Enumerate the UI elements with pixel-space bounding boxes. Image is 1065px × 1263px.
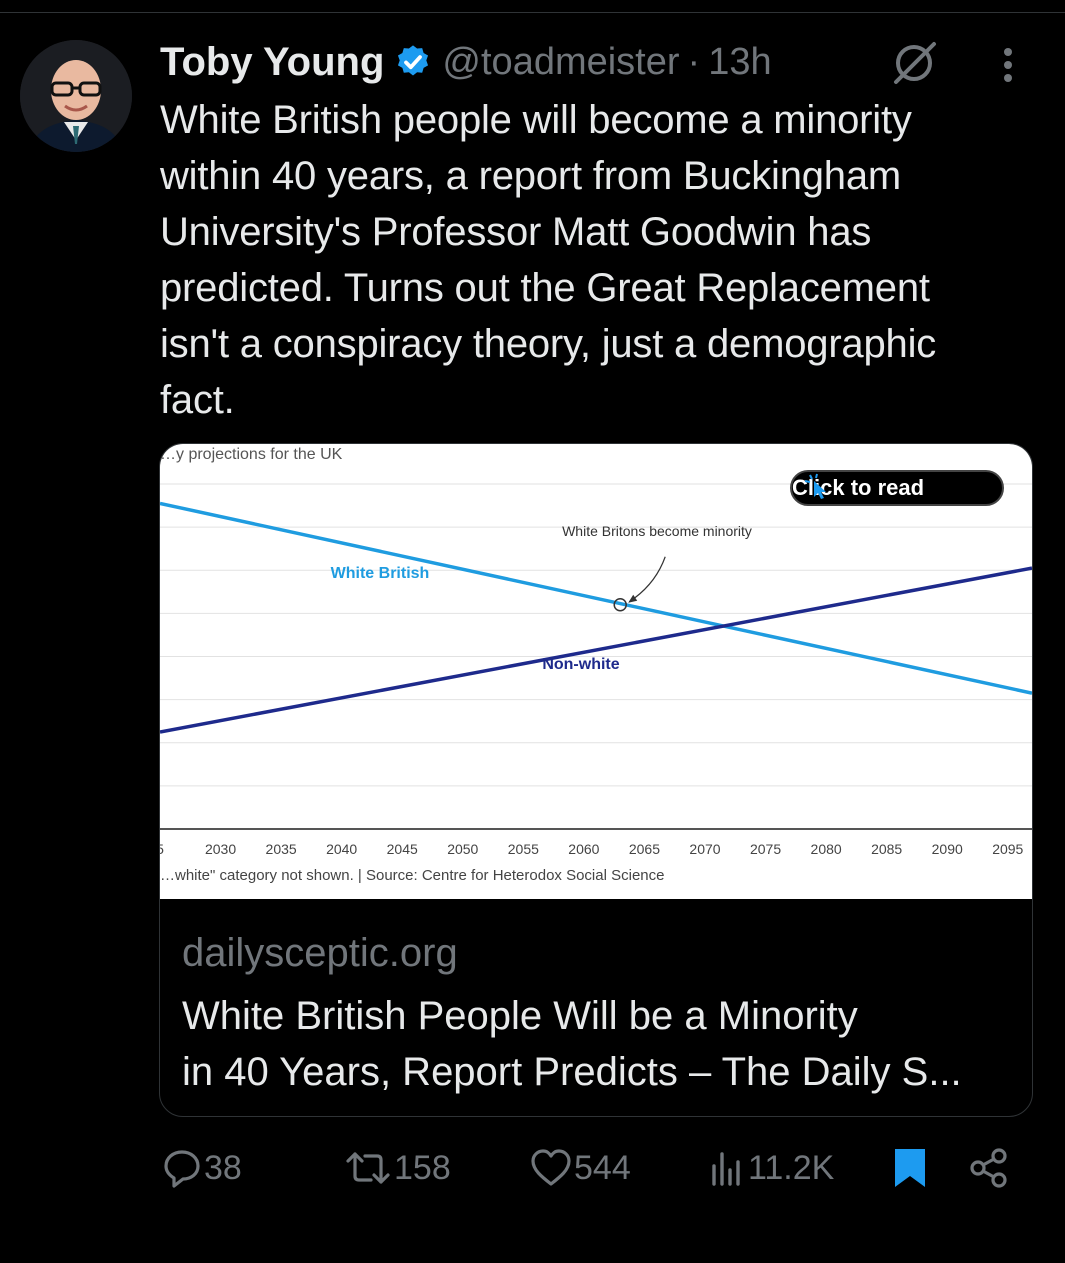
views-button[interactable]: 11.2K [706,1142,834,1194]
x-tick-label: 2045 [387,841,418,857]
cursor-click-icon [804,473,826,499]
series-label-non-white: Non-white [542,656,619,673]
click-to-read-button[interactable]: Click to read [790,470,1004,506]
like-button[interactable]: 544 [528,1142,631,1194]
bookmark-icon[interactable] [890,1146,930,1190]
card-image-chart[interactable]: 5 2030 2035 2040 2045 2050 2055 2060 2065 2070 207… [160,444,1032,899]
card-domain[interactable]: dailysceptic.org [182,931,458,976]
line-chart: 5 2030 2035 2040 2045 2050 2055 2060 2065 2070 207… [160,483,1032,857]
chart-title: …y projections for the UK [160,446,343,463]
x-tick-label: 2095 [992,841,1023,857]
x-tick-label: 2065 [629,841,660,857]
heart-icon [531,1149,571,1186]
separator-dot: · [687,40,701,83]
verified-badge-icon[interactable] [394,43,432,81]
x-tick-label: 2040 [326,841,357,857]
handle[interactable]: @toadmeister [442,41,679,84]
tweet-text: White British people will become a minor… [160,98,937,422]
views-count: 11.2K [748,1148,835,1187]
x-tick-label: 2035 [266,841,297,857]
views-chart-icon [712,1152,740,1186]
x-tick-label: 2075 [750,841,781,857]
top-divider [0,12,1065,13]
annotation-arrowhead [628,594,638,603]
reply-button[interactable]: 38 [160,1142,242,1194]
grok-icon[interactable] [888,40,940,86]
tweet-header: Toby Young @toadmeister · 13h [160,36,772,88]
x-tick-label: 2080 [811,841,842,857]
link-card[interactable]: 5 2030 2035 2040 2045 2050 2055 2060 2065 2070 207… [159,443,1033,1117]
repost-icon [346,1152,390,1184]
x-tick-label: 2060 [568,841,599,857]
timestamp[interactable]: 13h [708,41,771,84]
reply-icon [164,1150,200,1188]
more-icon[interactable] [995,44,1021,88]
repost-button[interactable]: 158 [342,1142,451,1194]
share-icon[interactable] [968,1146,1010,1190]
x-tick-label: 2030 [205,841,236,857]
x-tick-label: 5 [160,841,164,857]
annotation-label: White Britons become minority [562,523,752,539]
x-tick-label: 2085 [871,841,902,857]
reply-count: 38 [204,1148,242,1187]
avatar[interactable] [20,40,132,152]
annotation-arrow [628,556,666,603]
action-bar: 38 158 544 11.2K [160,1142,1040,1194]
x-tick-label: 2070 [689,841,720,857]
x-tick-label: 2055 [508,841,539,857]
x-tick-label: 2050 [447,841,478,857]
series-label-white-british: White British [331,565,430,582]
like-count: 544 [574,1148,631,1187]
card-title[interactable]: White British People Will be a Minority … [182,988,1012,1100]
repost-count: 158 [394,1148,451,1187]
chart-source-note: …white" category not shown. | Source: Ce… [160,867,665,884]
series-line-non-white [160,566,1032,734]
card-title-line-1: White British People Will be a Minority [182,994,858,1038]
display-name[interactable]: Toby Young [160,40,384,85]
card-title-line-2: in 40 Years, Report Predicts – The Daily… [182,1050,962,1094]
x-tick-label: 2090 [932,841,963,857]
